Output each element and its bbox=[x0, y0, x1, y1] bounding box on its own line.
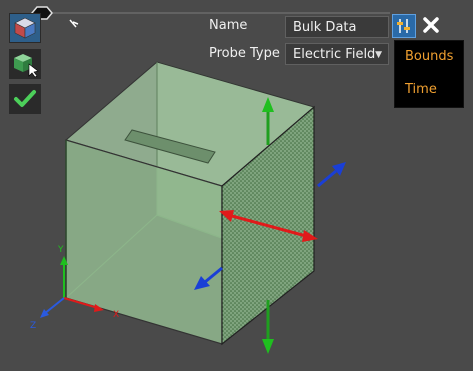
probe-type-select[interactable]: Electric Field ▼ bbox=[285, 43, 389, 65]
probe-type-label: Probe Type bbox=[209, 46, 280, 61]
chevron-down-icon: ▼ bbox=[375, 50, 382, 60]
probe-type-value: Electric Field bbox=[293, 47, 376, 62]
gizmo-blue-arrow-upper[interactable] bbox=[317, 162, 346, 188]
name-value: Bulk Data bbox=[293, 20, 357, 35]
close-button[interactable] bbox=[420, 14, 444, 38]
axis-x-label: X bbox=[113, 310, 119, 320]
name-field[interactable]: Bulk Data bbox=[285, 16, 389, 38]
close-icon bbox=[423, 17, 439, 33]
checkmark-icon bbox=[14, 90, 36, 107]
axis-z-label: Z bbox=[30, 321, 36, 331]
select-cube-button[interactable] bbox=[9, 49, 41, 79]
axis-y-label: Y bbox=[57, 245, 64, 255]
settings-menu: Bounds Time bbox=[394, 40, 464, 108]
settings-button[interactable] bbox=[392, 14, 416, 38]
view-cube-button[interactable] bbox=[9, 13, 41, 43]
name-label: Name bbox=[209, 18, 248, 33]
view-cube-icon bbox=[14, 17, 36, 39]
select-cube-icon bbox=[14, 54, 39, 78]
accept-button[interactable] bbox=[9, 84, 41, 114]
menu-item-bounds[interactable]: Bounds bbox=[405, 49, 453, 64]
sliders-icon bbox=[397, 19, 410, 33]
menu-item-time[interactable]: Time bbox=[405, 82, 437, 97]
